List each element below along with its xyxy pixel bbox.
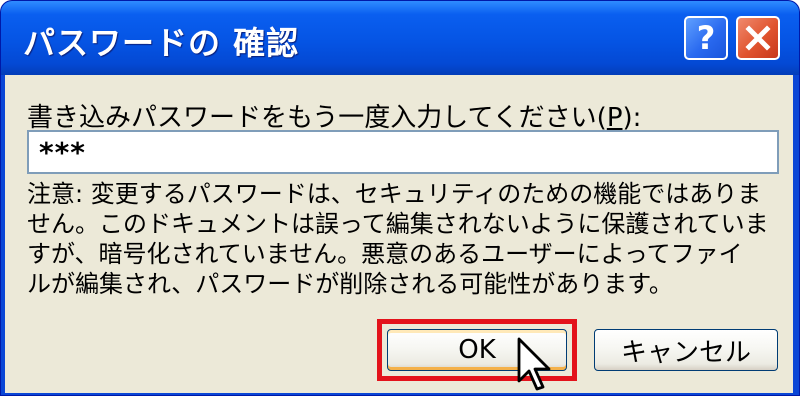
password-prompt-label: 書き込みパスワードをもう一度入力してください(P): — [27, 103, 642, 133]
help-button[interactable]: ? — [684, 16, 728, 60]
mouse-pointer-icon — [517, 337, 551, 391]
dialog-body: 書き込みパスワードをもう一度入力してください(P): *** 注意: 変更するパ… — [5, 75, 793, 393]
cancel-button[interactable]: キャンセル — [594, 329, 778, 371]
password-confirm-dialog: パスワードの 確認 ? 書き込みパスワードをもう一度入力してください(P): *… — [0, 0, 800, 396]
notice-line: 注意: 変更するパスワードは、セキュリティのための機能ではありま — [27, 180, 762, 208]
accelerator-key: P — [606, 103, 623, 133]
close-x-icon — [745, 25, 771, 51]
notice-line: ルが編集され、パスワードが削除される可能性があります。 — [27, 270, 673, 298]
title-bar[interactable]: パスワードの 確認 ? — [1, 1, 799, 75]
notice-line: せん。このドキュメントは誤って編集されないように保護されていま — [27, 210, 769, 238]
password-input[interactable]: *** — [27, 130, 779, 174]
warning-notice: 注意: 変更するパスワードは、セキュリティのための機能ではありま せん。このドキ… — [27, 179, 787, 299]
question-mark-icon: ? — [696, 19, 716, 57]
dialog-title: パスワードの 確認 — [23, 24, 300, 62]
close-button[interactable] — [736, 16, 780, 60]
notice-line: すが、暗号化されていません。悪意のあるユーザーによってファイ — [27, 240, 743, 268]
